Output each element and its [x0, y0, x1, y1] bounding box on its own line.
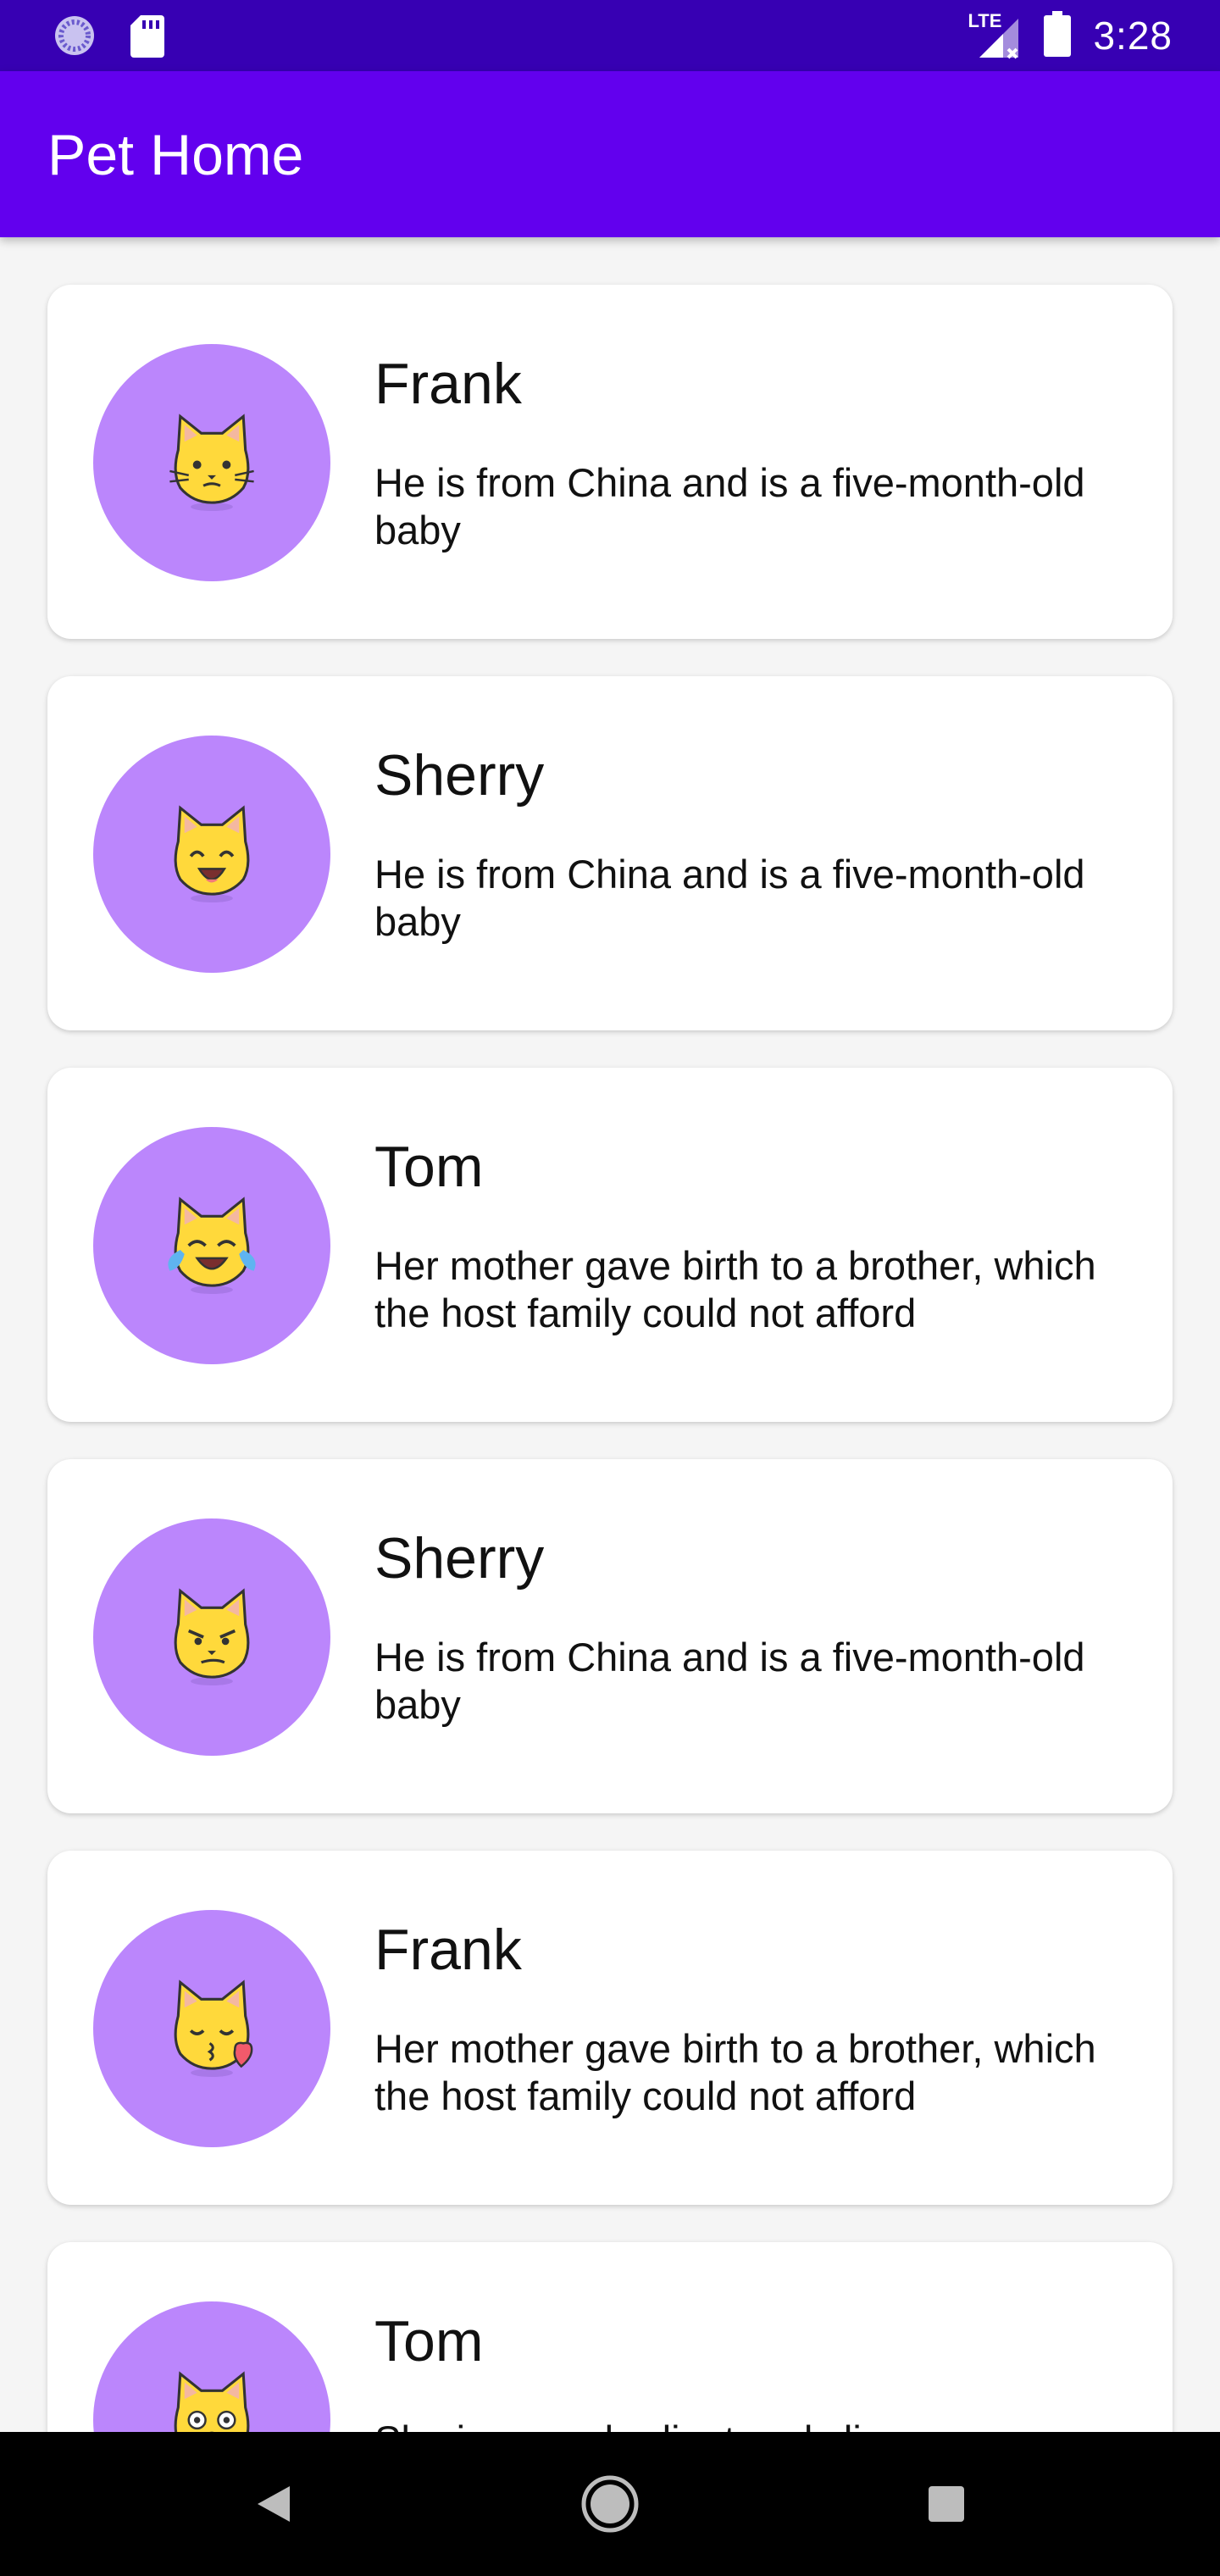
pet-name: Tom — [374, 1135, 484, 1199]
pet-name: Sherry — [374, 743, 545, 808]
battery-icon — [1044, 10, 1072, 61]
pet-avatar — [93, 344, 330, 581]
cat-weary-icon — [174, 2371, 250, 2432]
pet-name: Frank — [374, 1918, 522, 1982]
back-button[interactable] — [236, 2466, 312, 2542]
pet-avatar — [93, 1518, 330, 1756]
pet-description: He is from China and is a five-month-old… — [374, 1635, 1085, 1727]
pet-card[interactable]: Tom Her mother gave birth to a brother, … — [47, 1068, 1173, 1422]
pet-avatar — [93, 1910, 330, 2147]
pet-avatar — [93, 1127, 330, 1364]
sd-card-icon — [130, 14, 164, 62]
home-icon — [581, 2475, 639, 2533]
clock: 3:28 — [1093, 14, 1173, 58]
pet-description: He is from China and is a five-month-old… — [374, 852, 1085, 944]
pet-card[interactable]: Tom She is very obedient and clingy — [47, 2242, 1173, 2432]
pet-name: Tom — [374, 2309, 484, 2373]
pet-list[interactable]: Frank He is from China and is a five-mon… — [0, 237, 1220, 2432]
recents-icon — [929, 2486, 964, 2522]
home-button[interactable] — [572, 2466, 648, 2542]
pet-description: Her mother gave birth to a brother, whic… — [374, 1243, 1096, 1335]
pet-card[interactable]: Frank Her mother gave birth to a brother… — [47, 1851, 1173, 2205]
pet-description: She is very obedient and clingy — [374, 2417, 1137, 2432]
status-bar: LTE 3:28 — [0, 0, 1220, 71]
pet-name: Frank — [374, 352, 522, 416]
sync-icon — [53, 14, 97, 62]
pet-card[interactable]: Sherry He is from China and is a five-mo… — [47, 676, 1173, 1030]
pet-avatar — [93, 736, 330, 973]
cat-smirk-icon — [174, 1588, 250, 1686]
pet-card[interactable]: Sherry He is from China and is a five-mo… — [47, 1459, 1173, 1813]
pet-card[interactable]: Frank He is from China and is a five-mon… — [47, 285, 1173, 639]
cat-happy-icon — [174, 805, 250, 903]
pet-avatar — [93, 2301, 330, 2432]
navigation-bar — [0, 2432, 1220, 2576]
pet-description: He is from China and is a five-month-old… — [374, 460, 1085, 552]
signal-icon: LTE — [968, 10, 1022, 61]
pet-description: Her mother gave birth to a brother, whic… — [374, 2026, 1096, 2118]
back-icon — [258, 2486, 290, 2522]
recents-button[interactable] — [908, 2466, 984, 2542]
cat-kiss-icon — [174, 1979, 253, 2078]
app-bar: Pet Home — [0, 71, 1220, 237]
cat-neutral-icon — [169, 414, 254, 512]
pet-name: Sherry — [374, 1526, 545, 1591]
page-title: Pet Home — [47, 123, 304, 187]
cat-tears-of-joy-icon — [168, 1196, 256, 1295]
